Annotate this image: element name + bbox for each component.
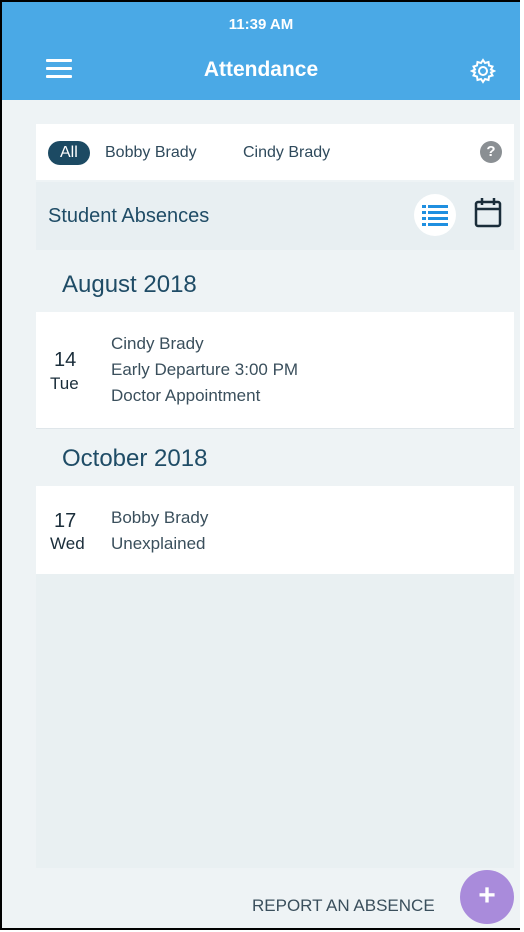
question-circle-icon[interactable]: ? bbox=[480, 141, 502, 163]
absences-section-header: Student Absences bbox=[36, 182, 514, 250]
entry-day-number: 17 bbox=[54, 510, 77, 532]
filter-chip-bobby-brady[interactable]: Bobby Brady bbox=[105, 141, 197, 165]
entry-student-name: Cindy Brady bbox=[111, 334, 204, 353]
absence-entry[interactable]: 14 Tue Cindy Brady Early Departure 3:00 … bbox=[36, 312, 514, 429]
empty-list-area bbox=[36, 574, 514, 868]
entry-reason: Doctor Appointment bbox=[111, 386, 261, 405]
entry-absence-type: Unexplained bbox=[111, 534, 206, 553]
main-content: All Bobby Brady Cindy Brady ? Student Ab… bbox=[36, 100, 514, 928]
app-bar: 11:39 AM Attendance bbox=[2, 2, 520, 100]
page-title: Attendance bbox=[203, 58, 319, 81]
gear-icon[interactable] bbox=[470, 58, 496, 84]
list-icon bbox=[422, 205, 448, 226]
app-screen: 11:39 AM Attendance All Bobby Brady Cind… bbox=[0, 0, 520, 930]
absence-entry[interactable]: 17 Wed Bobby Brady Unexplained bbox=[36, 486, 514, 575]
entry-absence-type: Early Departure 3:00 PM bbox=[111, 360, 299, 379]
section-title: Student Absences bbox=[48, 205, 210, 227]
plus-icon[interactable]: + bbox=[460, 870, 514, 924]
entry-day-number: 14 bbox=[54, 349, 77, 371]
month-header: August 2018 bbox=[62, 271, 197, 298]
status-time: 11:39 AM bbox=[228, 16, 294, 33]
filter-chip-cindy-brady[interactable]: Cindy Brady bbox=[243, 141, 330, 165]
list-view-button[interactable] bbox=[414, 194, 456, 236]
month-header: October 2018 bbox=[62, 445, 208, 472]
student-filter-bar: All Bobby Brady Cindy Brady ? bbox=[36, 124, 514, 180]
filter-chip-all[interactable]: All bbox=[48, 141, 90, 165]
entry-student-name: Bobby Brady bbox=[111, 508, 209, 527]
entry-day-name: Wed bbox=[50, 534, 85, 553]
report-absence-link[interactable]: REPORT AN ABSENCE bbox=[252, 896, 435, 916]
calendar-icon[interactable] bbox=[474, 196, 502, 228]
entry-day-name: Tue bbox=[50, 374, 79, 393]
